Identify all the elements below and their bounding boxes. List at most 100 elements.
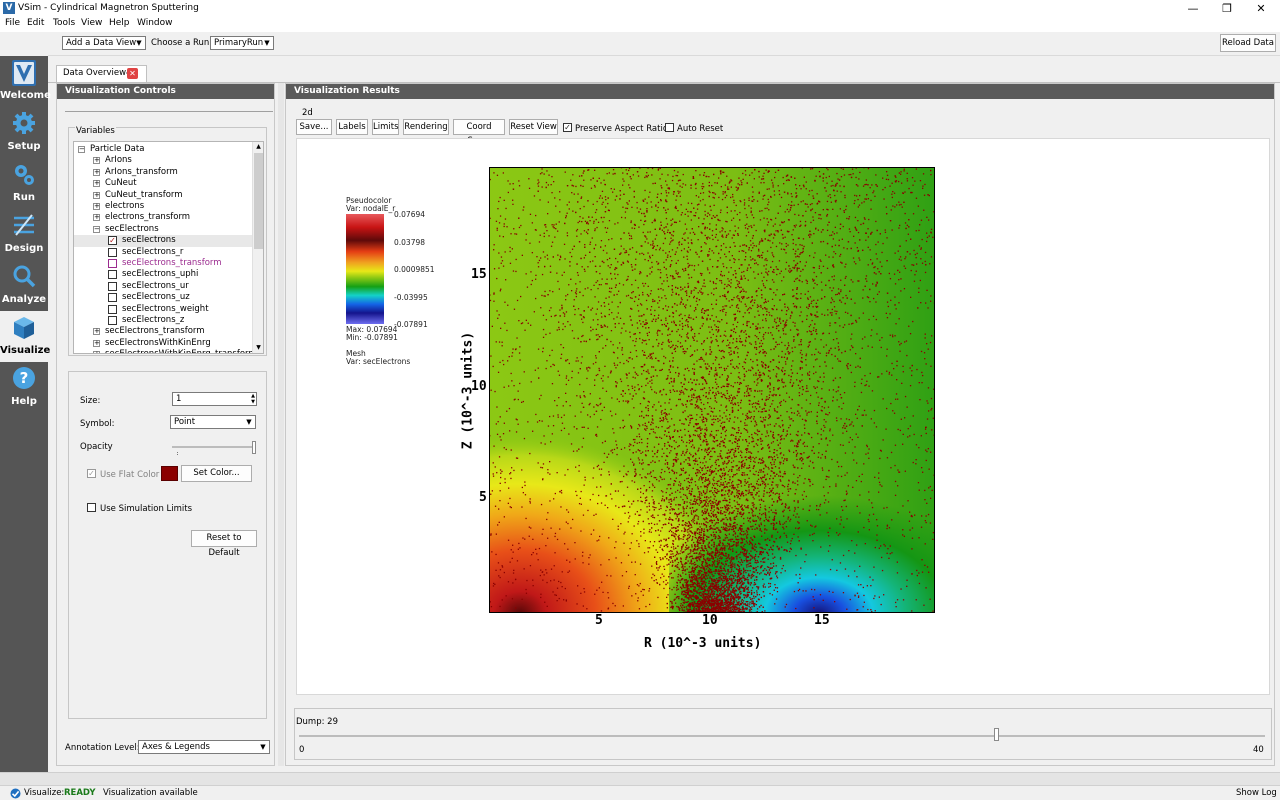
variable-checkbox[interactable] xyxy=(108,304,117,314)
tree-item[interactable]: secElectrons_r xyxy=(74,247,252,258)
nav-welcome[interactable]: Welcome xyxy=(0,56,51,107)
run-combo[interactable]: PrimaryRun ▼ xyxy=(210,36,274,50)
nav-analyze[interactable]: Analyze xyxy=(0,260,48,311)
use-flat-color-checkbox[interactable]: ✓ xyxy=(87,469,96,478)
menu-view[interactable]: View xyxy=(81,18,102,28)
tree-item[interactable]: − Particle Data xyxy=(74,144,252,155)
visualization-results-panel: Visualization Results 2d Save... Labels … xyxy=(285,83,1275,766)
variables-tree[interactable]: − Particle Data + ArIons + ArIons_transform + C… xyxy=(73,141,264,354)
dump-slider-track[interactable] xyxy=(299,735,1265,737)
menu-edit[interactable]: Edit xyxy=(27,18,44,28)
annotation-level-combo[interactable]: Axes & Legends ▼ xyxy=(138,740,270,754)
labels-button[interactable]: Labels xyxy=(336,119,368,135)
variable-checkbox[interactable]: ✓ xyxy=(108,236,117,246)
spin-arrows-icon[interactable]: ▲ ▼ xyxy=(251,393,255,405)
scroll-down-icon[interactable]: ▼ xyxy=(254,343,263,352)
maximize-button[interactable]: ❐ xyxy=(1210,0,1244,17)
tab-data-overview[interactable]: Data Overview4 ✕ xyxy=(56,65,147,82)
tree-item[interactable]: + electrons xyxy=(74,201,252,212)
tree-item[interactable]: − secElectrons xyxy=(74,224,252,235)
nav-design[interactable]: Design xyxy=(0,209,48,260)
expand-icon[interactable]: + xyxy=(93,328,100,336)
gears-icon xyxy=(15,165,34,185)
tree-item[interactable]: secElectrons_weight xyxy=(74,304,252,315)
tree-item[interactable]: secElectrons_z xyxy=(74,315,252,326)
add-data-view-combo[interactable]: Add a Data View ▼ xyxy=(62,36,146,50)
auto-reset-checkbox[interactable] xyxy=(665,123,674,132)
tree-item[interactable]: + secElectronsWithKinEnrg xyxy=(74,338,252,349)
expand-icon[interactable]: + xyxy=(93,191,100,199)
tree-item[interactable]: + secElectrons_transform xyxy=(74,326,252,337)
tree-item[interactable]: secElectrons_uz xyxy=(74,292,252,303)
expand-icon[interactable]: + xyxy=(93,351,100,353)
collapse-icon[interactable]: − xyxy=(78,146,85,153)
show-log-button[interactable]: Show Log xyxy=(1236,786,1277,800)
x-tick-label: 10 xyxy=(702,613,718,628)
close-button[interactable]: ✕ xyxy=(1244,0,1278,17)
tree-item[interactable]: ✓ secElectrons xyxy=(74,235,252,247)
menu-window[interactable]: Window xyxy=(137,18,173,28)
expand-icon[interactable]: + xyxy=(93,203,100,210)
tree-item[interactable]: + ArIons_transform xyxy=(74,167,252,178)
expand-icon[interactable]: + xyxy=(93,157,100,165)
set-color-button[interactable]: Set Color... xyxy=(181,465,252,482)
scroll-thumb[interactable] xyxy=(254,153,263,249)
check-circle-icon xyxy=(10,788,21,799)
chevron-down-icon: ▼ xyxy=(264,39,270,47)
reload-data-button[interactable]: Reload Data xyxy=(1220,34,1276,52)
use-simulation-limits-checkbox[interactable] xyxy=(87,503,96,512)
variable-checkbox[interactable] xyxy=(108,270,117,280)
tree-item[interactable]: + electrons_transform xyxy=(74,212,252,223)
tree-scrollbar[interactable]: ▲ ▼ xyxy=(252,142,263,353)
reset-view-button[interactable]: Reset View xyxy=(509,119,558,135)
nav-visualize[interactable]: Visualize xyxy=(0,311,50,362)
render-viewport[interactable]: Pseudocolor Var: nodalE_r 0.07694 0.0379… xyxy=(296,138,1270,695)
scroll-up-icon[interactable]: ▲ xyxy=(254,142,263,151)
minimize-button[interactable]: — xyxy=(1176,0,1210,17)
tree-item[interactable]: + secElectronsWithKinEnrg_transform xyxy=(74,349,257,353)
preserve-aspect-ratio-checkbox[interactable]: ✓ xyxy=(563,123,572,132)
plot-area[interactable] xyxy=(489,167,935,613)
menu-help[interactable]: Help xyxy=(109,18,130,28)
left-navigation: Welcome Setup Run Design Analyze Visuali… xyxy=(0,56,51,772)
tree-item[interactable]: secElectrons_transform xyxy=(74,258,252,269)
variable-checkbox[interactable] xyxy=(108,247,117,257)
dump-slider-handle[interactable] xyxy=(994,728,1000,741)
tree-item[interactable]: secElectrons_uphi xyxy=(74,269,252,280)
variable-checkbox[interactable] xyxy=(108,281,117,291)
size-spinbox[interactable]: 1 ▲ ▼ xyxy=(172,392,257,406)
x-tick-label: 5 xyxy=(595,613,603,628)
save-button[interactable]: Save... xyxy=(296,119,332,135)
tab-label: Data Overview4 xyxy=(63,68,132,78)
opacity-slider[interactable] xyxy=(172,441,258,455)
tree-item[interactable]: secElectrons_ur xyxy=(74,281,252,292)
menu-tools[interactable]: Tools xyxy=(53,18,75,28)
rendering-button[interactable]: Rendering xyxy=(403,119,449,135)
expand-icon[interactable]: + xyxy=(93,168,100,176)
collapse-icon[interactable]: − xyxy=(93,225,100,233)
expand-icon[interactable]: + xyxy=(93,180,100,188)
close-icon[interactable]: ✕ xyxy=(127,68,138,79)
status-state: READY xyxy=(64,788,96,798)
variable-checkbox[interactable] xyxy=(108,259,117,268)
nav-run[interactable]: Run xyxy=(0,158,48,209)
tree-item[interactable]: + CuNeut_transform xyxy=(74,190,252,201)
reset-to-default-button[interactable]: Reset to Default xyxy=(191,530,257,558)
expand-icon[interactable]: + xyxy=(93,339,100,347)
tree-item-label: secElectrons_z xyxy=(122,315,185,325)
tree-item[interactable]: + CuNeut xyxy=(74,178,252,189)
tree-item-label: secElectrons xyxy=(105,223,159,234)
symbol-combo[interactable]: Point ▼ xyxy=(170,415,256,429)
variable-checkbox[interactable] xyxy=(108,316,117,325)
coord-swap-button[interactable]: Coord Swap xyxy=(453,119,505,146)
limits-button[interactable]: Limits xyxy=(372,119,399,135)
variable-checkbox[interactable] xyxy=(108,293,117,303)
flat-color-swatch[interactable] xyxy=(161,466,178,481)
expand-icon[interactable]: + xyxy=(93,214,100,222)
y-axis-label: Z (10^-3 units) xyxy=(460,331,476,450)
nav-setup[interactable]: Setup xyxy=(0,107,48,158)
panel-splitter[interactable] xyxy=(278,83,284,766)
menu-file[interactable]: File xyxy=(5,18,20,28)
tree-item[interactable]: + ArIons xyxy=(74,155,252,166)
nav-help[interactable]: ? Help xyxy=(0,362,48,413)
